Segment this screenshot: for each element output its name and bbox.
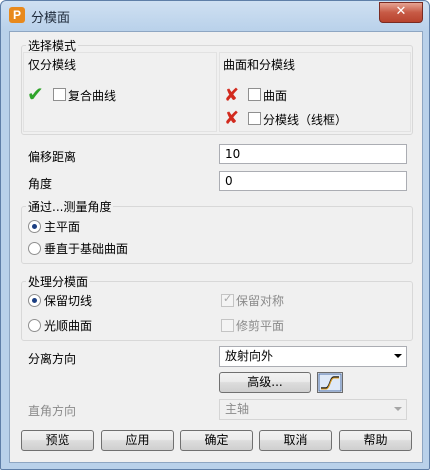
composite-curve-label[interactable]: 复合曲线 <box>68 87 116 104</box>
apply-button[interactable]: 应用 <box>101 430 174 451</box>
advanced-button[interactable]: 高级... <box>219 372 311 393</box>
parting-direction-select[interactable]: 放射向外 <box>219 346 407 367</box>
parting-wireframe-checkbox[interactable] <box>248 112 261 125</box>
app-icon: P <box>9 7 25 23</box>
red-cross-icon: ✘ <box>224 108 240 129</box>
offset-distance-input[interactable]: 10 <box>219 144 407 164</box>
red-cross-icon: ✘ <box>224 85 240 106</box>
measure-angle-label: 通过...测量角度 <box>26 198 114 215</box>
angle-input[interactable]: 0 <box>219 171 407 191</box>
perpendicular-base-label[interactable]: 垂直于基础曲面 <box>44 240 128 257</box>
process-parting-label: 处理分模面 <box>26 273 91 290</box>
parting-only-label: 仅分模线 <box>28 58 77 72</box>
parting-direction-value: 放射向外 <box>225 349 274 363</box>
composite-curve-checkbox[interactable] <box>53 88 66 101</box>
keep-symmetry-checkbox[interactable] <box>221 292 234 307</box>
window-title: 分模面 <box>31 11 71 26</box>
keep-symmetry-label[interactable]: 保留对称 <box>236 292 284 309</box>
cancel-button[interactable]: 取消 <box>259 430 332 451</box>
main-plane-label[interactable]: 主平面 <box>44 218 80 235</box>
main-plane-radio[interactable] <box>28 220 41 233</box>
dialog-client: 选择模式 仅分模线 ✔ 复合曲线 曲面和分模线 ✘ 曲面 ✘ 分模线（线框） 偏… <box>9 31 423 463</box>
preview-button[interactable]: 预览 <box>21 430 94 451</box>
ok-button[interactable]: 确定 <box>180 430 253 451</box>
close-button[interactable]: ✕ <box>379 2 423 23</box>
dropdown-arrow-icon <box>394 354 402 358</box>
trim-plane-checkbox[interactable] <box>221 319 234 332</box>
surface-parting-label: 曲面和分模线 <box>223 58 296 72</box>
trim-plane-label[interactable]: 修剪平面 <box>236 317 284 334</box>
keep-tangent-label[interactable]: 保留切线 <box>44 292 92 309</box>
surface-label[interactable]: 曲面 <box>263 87 287 104</box>
surface-checkbox[interactable] <box>248 88 261 101</box>
ortho-direction-label: 直角方向 <box>28 404 77 418</box>
curve-profile-icon <box>318 373 342 392</box>
parting-direction-label: 分离方向 <box>28 352 77 366</box>
perpendicular-base-radio[interactable] <box>28 242 41 255</box>
angle-label: 角度 <box>28 177 53 191</box>
parting-wireframe-label[interactable]: 分模线（线框） <box>263 111 347 128</box>
close-icon: ✕ <box>395 4 407 19</box>
title-bar[interactable]: P 分模面 ✕ <box>1 1 429 31</box>
offset-distance-label: 偏移距离 <box>28 150 77 164</box>
green-check-icon: ✔ <box>27 82 44 106</box>
smooth-surface-label[interactable]: 光顺曲面 <box>44 317 92 334</box>
curve-profile-button[interactable] <box>317 372 343 393</box>
ortho-direction-value: 主轴 <box>225 402 250 416</box>
dropdown-arrow-icon <box>394 407 402 411</box>
keep-tangent-radio[interactable] <box>28 294 41 307</box>
ortho-direction-select[interactable]: 主轴 <box>219 399 407 420</box>
help-button[interactable]: 帮助 <box>339 430 412 451</box>
dialog-window: P 分模面 ✕ 选择模式 仅分模线 ✔ 复合曲线 曲面和分模线 ✘ 曲面 ✘ 分… <box>0 0 430 470</box>
smooth-surface-radio[interactable] <box>28 319 41 332</box>
